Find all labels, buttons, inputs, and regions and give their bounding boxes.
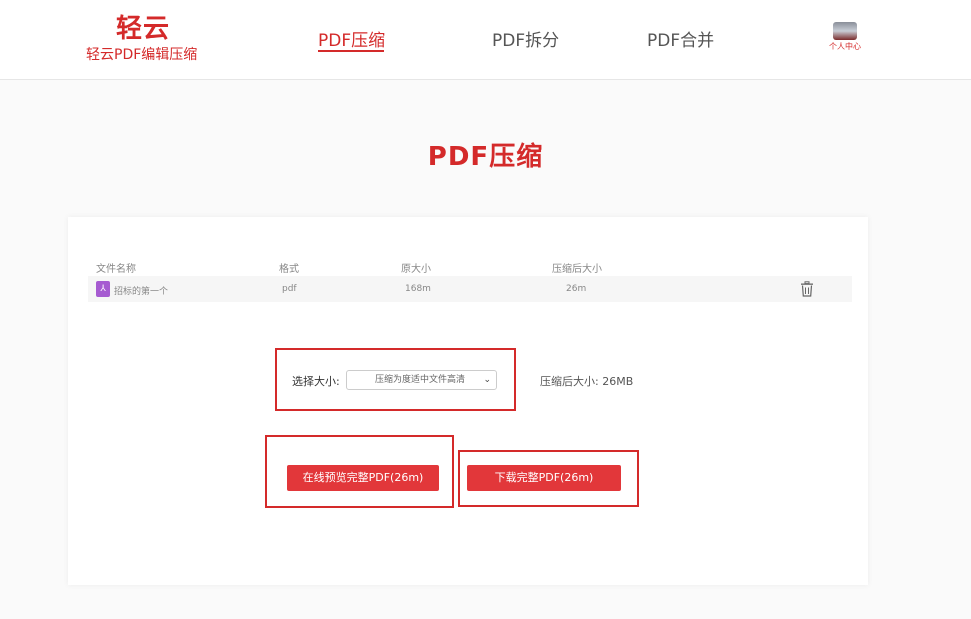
logo-subtitle[interactable]: 轻云PDF编辑压缩 bbox=[86, 44, 197, 64]
preview-full-pdf-button[interactable]: 在线预览完整PDF(26m) bbox=[287, 465, 439, 491]
size-select-label: 选择大小: bbox=[292, 375, 340, 388]
table-row bbox=[88, 276, 852, 302]
column-header-original-size: 原大小 bbox=[401, 264, 431, 275]
compressed-size-text: 压缩后大小: 26MB bbox=[540, 375, 634, 388]
column-header-format: 格式 bbox=[279, 264, 299, 275]
avatar bbox=[833, 22, 857, 40]
nav-pdf-compress[interactable]: PDF压缩 bbox=[318, 26, 385, 51]
pdf-file-icon: ⅄ bbox=[96, 281, 110, 297]
file-format: pdf bbox=[282, 284, 297, 294]
file-name: 招标的第一个 bbox=[114, 287, 169, 297]
chevron-down-icon: ⌄ bbox=[483, 375, 491, 385]
logo-title[interactable]: 轻云 bbox=[116, 8, 170, 45]
column-header-name: 文件名称 bbox=[96, 264, 136, 275]
user-center-label: 个人中心 bbox=[829, 42, 861, 51]
nav-active-underline bbox=[318, 50, 384, 52]
user-center-button[interactable]: 个人中心 bbox=[828, 22, 862, 52]
column-header-compressed-size: 压缩后大小 bbox=[552, 264, 602, 275]
nav-pdf-split[interactable]: PDF拆分 bbox=[492, 26, 559, 51]
size-select[interactable]: 压缩为度适中文件高清 ⌄ bbox=[346, 370, 497, 390]
trash-icon[interactable] bbox=[800, 281, 814, 297]
file-compressed-size: 26m bbox=[566, 284, 587, 294]
size-select-value: 压缩为度适中文件高清 bbox=[375, 375, 466, 385]
download-full-pdf-button[interactable]: 下载完整PDF(26m) bbox=[467, 465, 621, 491]
nav-pdf-merge[interactable]: PDF合并 bbox=[647, 26, 714, 51]
page-title: PDF压缩 bbox=[427, 142, 544, 172]
file-original-size: 168m bbox=[405, 284, 431, 294]
top-header: 轻云 轻云PDF编辑压缩 PDF压缩 PDF拆分 PDF合并 个人中心 bbox=[0, 0, 971, 80]
